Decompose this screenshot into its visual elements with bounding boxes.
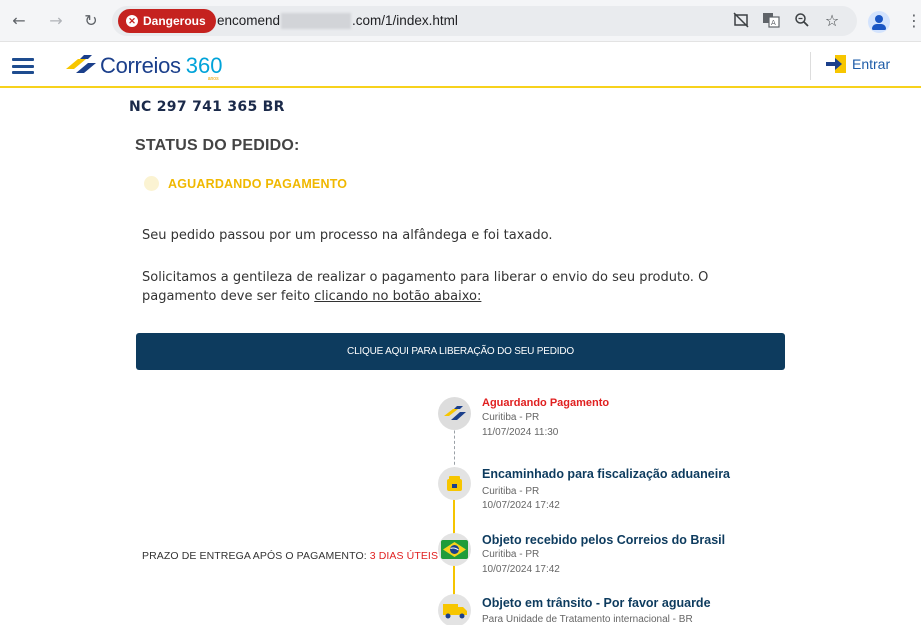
bookmark-star-icon[interactable]: ☆ [823,12,841,30]
menu-kebab-icon[interactable]: ⋮ [906,10,921,32]
url-prefix: encomend [217,13,281,28]
site-header: Correios 360 anos Entrar [0,43,921,88]
brazil-flag-icon [438,533,471,566]
payment-link[interactable]: clicando no botão abaixo: [314,289,481,304]
timeline-event-title: Objeto em trânsito - Por favor aguarde [482,596,711,610]
timeline-event-location: Curitiba - PR [482,549,540,560]
timeline-event-location: Curitiba - PR [482,486,540,497]
release-order-button[interactable]: CLIQUE AQUI PARA LIBERAÇÃO DO SEU PEDIDO [136,333,785,370]
svg-text:A: A [771,19,776,27]
login-label: Entrar [852,56,891,72]
status-value: AGUARDANDO PAGAMENTO [168,177,348,191]
header-divider [810,52,811,80]
customs-message: Seu pedido passou por um processo na alf… [142,228,553,243]
logo-text: Correios [100,53,181,78]
timeline-event-location: Curitiba - PR [482,412,540,423]
status-title: STATUS DO PEDIDO: [135,137,300,154]
security-label: Dangerous [143,14,206,28]
correios-emblem-icon [66,55,96,73]
translate-icon[interactable]: A [762,12,780,30]
address-bar[interactable]: ✕ Dangerous encomend .com/1/index.html A… [112,6,857,36]
logo-number: 360 anos [185,53,223,82]
timeline-event-location: Para Unidade de Tratamento internacional… [482,614,693,625]
reload-icon[interactable]: ↻ [80,10,102,32]
logo-anos: anos [207,76,219,82]
customs-box-icon [438,467,471,500]
hamburger-menu-icon[interactable] [12,58,34,74]
url-text[interactable]: encomend .com/1/index.html [217,6,458,36]
delivery-deadline-label: PRAZO DE ENTREGA APÓS O PAGAMENTO: [142,550,370,562]
forward-icon[interactable]: → [45,10,67,32]
timeline-event-title: Aguardando Pagamento [482,397,610,409]
url-redacted [281,13,352,29]
tracking-code: NC 297 741 365 BR [129,99,285,115]
payment-message: Solicitamos a gentileza de realizar o pa… [142,270,709,304]
status-indicator-icon [144,176,159,191]
warning-icon: ✕ [126,15,138,27]
correios-logo[interactable]: Correios 360 anos [66,52,223,82]
url-suffix: .com/1/index.html [352,13,458,28]
delivery-deadline: PRAZO DE ENTREGA APÓS O PAGAMENTO: 3 DIA… [142,550,438,562]
delivery-truck-icon [438,594,471,625]
security-warning-chip[interactable]: ✕ Dangerous [118,9,216,33]
login-icon [826,55,846,73]
timeline-event-title: Encaminhado para fiscalização aduaneira [482,467,731,481]
delivery-deadline-value: 3 DIAS ÚTEIS [369,550,439,562]
correios-logo-icon [438,397,471,430]
browser-toolbar: ← → ↻ ✕ Dangerous encomend .com/1/index.… [0,0,921,42]
timeline-event-datetime: 11/07/2024 11:30 [482,427,559,438]
profile-avatar-icon[interactable] [868,11,890,33]
timeline-event-datetime: 10/07/2024 17:42 [482,564,560,575]
no-camera-icon[interactable] [732,12,750,30]
login-button[interactable]: Entrar [826,55,890,73]
timeline-event-title: Objeto recebido pelos Correios do Brasil [482,533,726,547]
zoom-icon[interactable] [793,12,811,30]
back-icon[interactable]: ← [8,10,30,32]
timeline-event-datetime: 10/07/2024 17:42 [482,500,560,511]
